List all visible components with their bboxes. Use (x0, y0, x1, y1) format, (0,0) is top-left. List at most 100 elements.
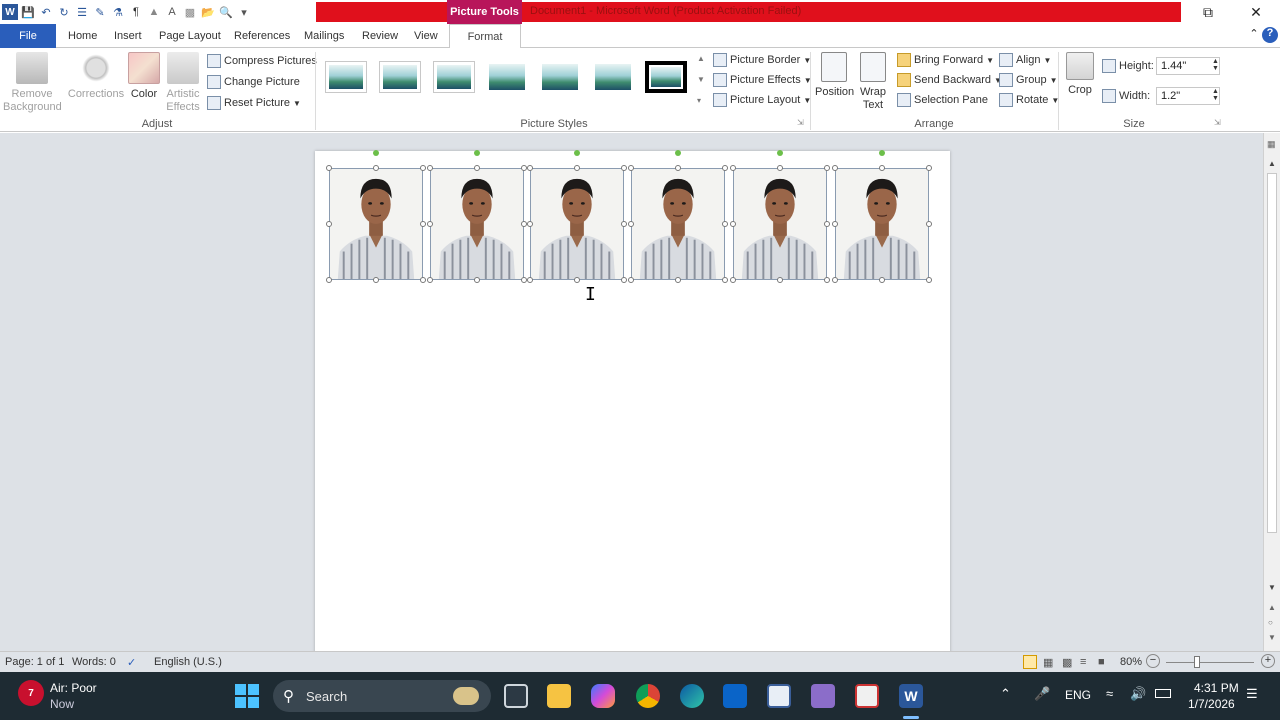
resize-handle[interactable] (926, 277, 932, 283)
full-screen-reading-icon[interactable]: ▦ (1043, 656, 1053, 669)
picture-styles-launcher-icon[interactable]: ⇲ (797, 118, 804, 127)
resize-handle[interactable] (574, 165, 580, 171)
web-layout-icon[interactable]: ▩ (1062, 656, 1072, 669)
redo-icon[interactable]: ↻ (56, 4, 72, 20)
resize-handle[interactable] (420, 165, 426, 171)
media-player-icon[interactable] (767, 684, 791, 708)
remove-background-button[interactable]: Remove Background (3, 52, 62, 114)
resize-handle[interactable] (824, 221, 830, 227)
width-spinner-icon[interactable]: ▲ ▼ (1212, 88, 1219, 102)
resize-handle[interactable] (574, 277, 580, 283)
zoom-out-icon[interactable]: − (1146, 654, 1160, 668)
open-folder-icon[interactable]: 📂 (200, 4, 216, 20)
word-taskbar-icon[interactable]: W (899, 684, 923, 708)
picture-layout-button[interactable]: Picture Layout ▼ (713, 93, 811, 107)
passport-photo[interactable] (530, 168, 624, 280)
show-hidden-icons-icon[interactable]: ⌃ (1000, 686, 1011, 702)
styles-scroll-up-icon[interactable]: ▲ (697, 54, 705, 63)
snipping-tool-icon[interactable] (855, 684, 879, 708)
resize-handle[interactable] (722, 221, 728, 227)
rotation-handle[interactable] (474, 150, 480, 156)
picture-effects-button[interactable]: Picture Effects ▼ (713, 73, 812, 87)
passport-photo[interactable] (835, 168, 929, 280)
rotation-handle[interactable] (879, 150, 885, 156)
vertical-scrollbar[interactable]: ▦ ▲ ▼ ▲ ○ ▼ (1263, 133, 1280, 651)
save-icon[interactable]: 💾 (20, 4, 36, 20)
tab-view[interactable]: View (414, 30, 438, 42)
tab-page-layout[interactable]: Page Layout (159, 30, 221, 42)
wifi-icon[interactable]: ≈ (1106, 686, 1113, 701)
resize-handle[interactable] (527, 277, 533, 283)
print-layout-view-icon[interactable] (1023, 655, 1037, 669)
rotation-handle[interactable] (373, 150, 379, 156)
resize-handle[interactable] (777, 277, 783, 283)
picture-style-reflected[interactable] (539, 61, 581, 93)
width-input[interactable]: 1.2" (1156, 87, 1220, 105)
resize-handle[interactable] (730, 221, 736, 227)
resize-handle[interactable] (474, 277, 480, 283)
close-window-icon[interactable]: ✕ (1246, 4, 1266, 22)
copilot-icon[interactable] (591, 684, 615, 708)
minimize-ribbon-icon[interactable]: ⌃ (1244, 27, 1264, 45)
resize-handle[interactable] (628, 221, 634, 227)
picture-style-thick-frame[interactable] (379, 61, 421, 93)
language-indicator[interactable]: English (U.S.) (154, 656, 222, 668)
rotation-handle[interactable] (675, 150, 681, 156)
picture-border-button[interactable]: Picture Border ▼ (713, 53, 811, 67)
compress-pictures-button[interactable]: Compress Pictures (207, 54, 317, 68)
resize-handle[interactable] (474, 165, 480, 171)
battery-icon[interactable] (1155, 689, 1171, 698)
restore-window-icon[interactable]: ⧉ (1198, 4, 1218, 22)
send-backward-button[interactable]: Send Backward ▼ (897, 73, 1002, 87)
resize-handle[interactable] (427, 277, 433, 283)
resize-handle[interactable] (527, 221, 533, 227)
bring-forward-button[interactable]: Bring Forward ▼ (897, 53, 994, 67)
zoom-in-icon[interactable]: + (1261, 654, 1275, 668)
font-color-icon[interactable]: A (164, 4, 180, 20)
resize-handle[interactable] (777, 165, 783, 171)
resize-handle[interactable] (824, 277, 830, 283)
scroll-thumb[interactable] (1267, 173, 1277, 533)
resize-handle[interactable] (675, 277, 681, 283)
resize-handle[interactable] (879, 165, 885, 171)
zoom-slider-track[interactable] (1166, 662, 1254, 663)
taskbar-search-box[interactable]: ⚲ Search (273, 680, 491, 712)
document-page[interactable] (315, 150, 950, 651)
wrap-text-button[interactable]: Wrap Text (857, 52, 889, 112)
selection-pane-button[interactable]: Selection Pane (897, 93, 988, 107)
bullets-icon[interactable]: ☰ (74, 4, 90, 20)
undo-icon[interactable]: ↶ (38, 4, 54, 20)
tab-home[interactable]: Home (68, 30, 97, 42)
resize-handle[interactable] (879, 277, 885, 283)
resize-handle[interactable] (926, 165, 932, 171)
draft-view-icon[interactable]: ■ (1098, 656, 1105, 668)
resize-handle[interactable] (722, 165, 728, 171)
resize-handle[interactable] (722, 277, 728, 283)
next-page-icon[interactable]: ▼ (1268, 633, 1276, 642)
rotation-handle[interactable] (777, 150, 783, 156)
tab-review[interactable]: Review (362, 30, 398, 42)
passport-photo[interactable] (631, 168, 725, 280)
resize-handle[interactable] (427, 165, 433, 171)
resize-handle[interactable] (621, 221, 627, 227)
zoom-level[interactable]: 80% (1120, 656, 1142, 668)
rotation-handle[interactable] (574, 150, 580, 156)
passport-photo[interactable] (430, 168, 524, 280)
size-launcher-icon[interactable]: ⇲ (1214, 118, 1221, 127)
tab-file[interactable]: File (0, 24, 56, 48)
align-button[interactable]: Align ▼ (999, 53, 1051, 67)
styles-more-icon[interactable]: ▾ (697, 96, 701, 105)
passport-photo[interactable] (733, 168, 827, 280)
resize-handle[interactable] (621, 277, 627, 283)
reset-picture-button[interactable]: Reset Picture ▼ (207, 96, 301, 110)
change-picture-button[interactable]: Change Picture (207, 75, 300, 89)
select-browse-object-icon[interactable]: ○ (1268, 618, 1273, 627)
crop-button[interactable]: Crop (1064, 52, 1096, 97)
edge-icon[interactable] (680, 684, 704, 708)
resize-handle[interactable] (420, 277, 426, 283)
tab-format[interactable]: Format (449, 24, 521, 49)
resize-handle[interactable] (628, 165, 634, 171)
color-button[interactable]: Color (128, 52, 160, 101)
resize-handle[interactable] (832, 221, 838, 227)
print-preview-icon[interactable]: 🔍 (218, 4, 234, 20)
